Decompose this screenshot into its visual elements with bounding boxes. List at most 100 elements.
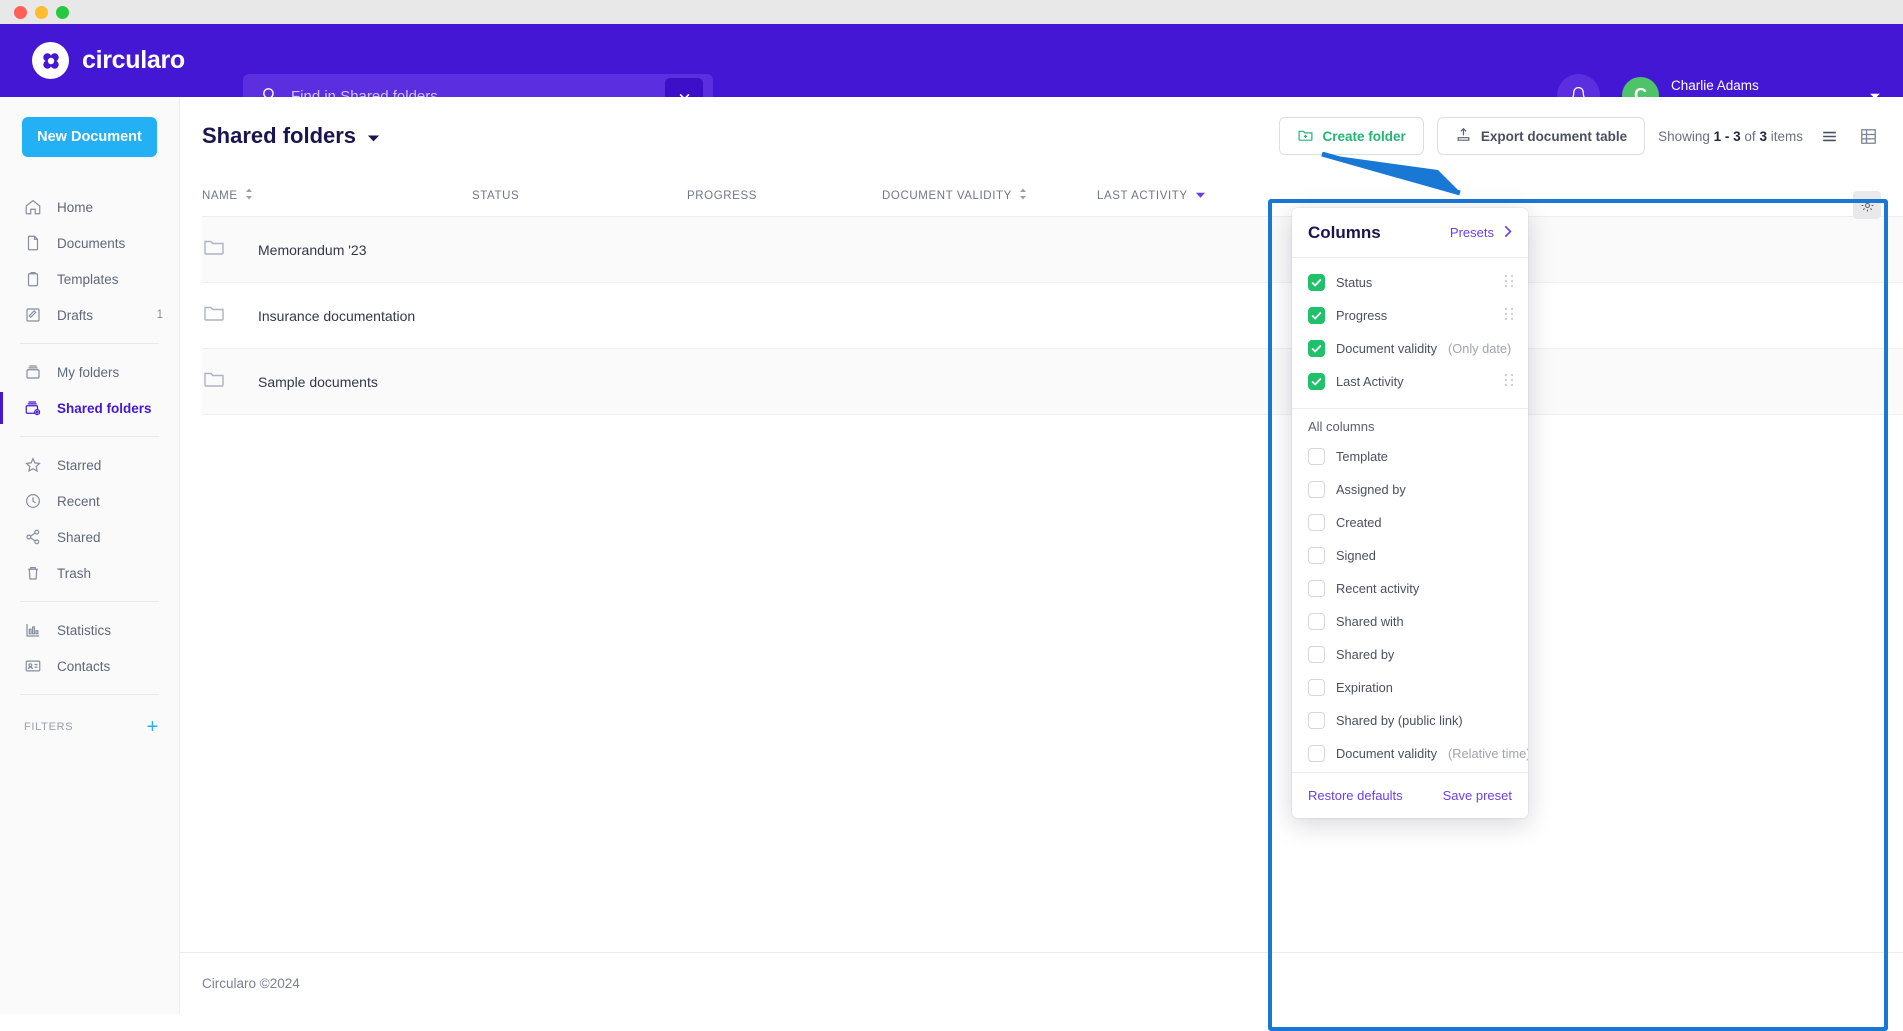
sidebar-item-recent[interactable]: Recent bbox=[0, 483, 179, 519]
checkbox-checked-icon[interactable] bbox=[1308, 307, 1325, 324]
column-header-label: LAST ACTIVITY bbox=[1097, 190, 1188, 202]
sidebar-item-trash[interactable]: Trash bbox=[0, 555, 179, 591]
sidebar-item-label: Documents bbox=[57, 236, 125, 251]
checkbox-unchecked-icon[interactable] bbox=[1308, 448, 1325, 465]
sidebar-item-label: Templates bbox=[57, 272, 119, 287]
drag-handle-icon[interactable] bbox=[1504, 307, 1514, 324]
sidebar-item-shared-folders[interactable]: Shared folders bbox=[0, 390, 179, 426]
column-header-document-validity[interactable]: DOCUMENT VALIDITY bbox=[882, 188, 1097, 203]
column-option-document-validity-relative-time[interactable]: Document validity (Relative time) bbox=[1292, 737, 1528, 770]
columns-panel-footer: Restore defaults Save preset bbox=[1292, 772, 1528, 818]
column-option-status[interactable]: Status bbox=[1292, 266, 1528, 299]
checkbox-unchecked-icon[interactable] bbox=[1308, 514, 1325, 531]
grid-view-icon[interactable] bbox=[1855, 123, 1881, 149]
column-option-template[interactable]: Template bbox=[1292, 440, 1528, 473]
column-header-label: NAME bbox=[202, 190, 238, 202]
sidebar-item-documents[interactable]: Documents bbox=[0, 225, 179, 261]
window-close-button[interactable] bbox=[14, 6, 27, 19]
list-view-icon[interactable] bbox=[1816, 123, 1842, 149]
sidebar-item-contacts[interactable]: Contacts bbox=[0, 648, 179, 684]
window-minimize-button[interactable] bbox=[35, 6, 48, 19]
checkbox-unchecked-icon[interactable] bbox=[1308, 646, 1325, 663]
sort-icon[interactable] bbox=[245, 188, 253, 203]
sidebar: New Document Home Documents bbox=[0, 97, 180, 1014]
column-header-label: PROGRESS bbox=[687, 190, 757, 202]
table-header-row: NAME STATUS PROGRESS DOCUMENT VALIDITY bbox=[202, 175, 1903, 217]
sidebar-item-drafts[interactable]: Drafts 1 bbox=[0, 297, 179, 333]
sidebar-group-tools: Statistics Contacts bbox=[0, 606, 179, 690]
sort-desc-icon[interactable] bbox=[1195, 190, 1206, 202]
create-folder-button[interactable]: Create folder bbox=[1279, 117, 1424, 155]
column-option-shared-by[interactable]: Shared by bbox=[1292, 638, 1528, 671]
gear-icon[interactable] bbox=[1853, 191, 1881, 219]
plus-icon[interactable]: + bbox=[147, 717, 159, 737]
column-option-created[interactable]: Created bbox=[1292, 506, 1528, 539]
caret-down-icon[interactable] bbox=[367, 123, 380, 149]
column-option-signed[interactable]: Signed bbox=[1292, 539, 1528, 572]
circularo-logo-icon bbox=[32, 42, 69, 79]
clock-icon bbox=[24, 492, 42, 510]
sidebar-item-shared[interactable]: Shared bbox=[0, 519, 179, 555]
table-row[interactable]: Memorandum '23 bbox=[202, 217, 1903, 283]
checkbox-checked-icon[interactable] bbox=[1308, 373, 1325, 390]
sidebar-item-statistics[interactable]: Statistics bbox=[0, 612, 179, 648]
column-option-assigned-by[interactable]: Assigned by bbox=[1292, 473, 1528, 506]
sidebar-divider bbox=[20, 601, 159, 602]
new-document-button[interactable]: New Document bbox=[22, 117, 157, 157]
column-option-document-validity-date-and-time[interactable]: Document validity (Date and time) bbox=[1292, 770, 1528, 772]
table-row[interactable]: Insurance documentation bbox=[202, 283, 1903, 349]
column-header-name[interactable]: NAME bbox=[202, 188, 472, 203]
column-option-shared-by-public-link[interactable]: Shared by (public link) bbox=[1292, 704, 1528, 737]
sidebar-divider bbox=[20, 343, 159, 344]
column-option-expiration[interactable]: Expiration bbox=[1292, 671, 1528, 704]
column-header-status[interactable]: STATUS bbox=[472, 190, 687, 202]
drag-handle-icon[interactable] bbox=[1504, 373, 1514, 390]
share-nodes-icon bbox=[24, 528, 42, 546]
sidebar-item-starred[interactable]: Starred bbox=[0, 447, 179, 483]
restore-defaults-button[interactable]: Restore defaults bbox=[1308, 788, 1403, 803]
folder-name: Insurance documentation bbox=[258, 308, 415, 324]
column-header-last-activity[interactable]: LAST ACTIVITY bbox=[1097, 190, 1317, 202]
save-preset-button[interactable]: Save preset bbox=[1443, 788, 1512, 803]
table-row[interactable]: Sample documents bbox=[202, 349, 1903, 415]
toolbar-actions: Create folder Export document table Show… bbox=[1279, 117, 1881, 155]
brand-logo[interactable]: circularo bbox=[32, 42, 228, 79]
sidebar-item-my-folders[interactable]: My folders bbox=[0, 354, 179, 390]
column-option-recent-activity[interactable]: Recent activity bbox=[1292, 572, 1528, 605]
presets-button[interactable]: Presets bbox=[1450, 225, 1512, 241]
sort-icon[interactable] bbox=[1019, 188, 1027, 203]
column-option-shared-with[interactable]: Shared with bbox=[1292, 605, 1528, 638]
column-option-label: Status bbox=[1336, 275, 1372, 290]
brand-name: circularo bbox=[82, 46, 185, 75]
column-option-last-activity[interactable]: Last Activity bbox=[1292, 365, 1528, 398]
export-document-table-button[interactable]: Export document table bbox=[1437, 117, 1645, 155]
checkbox-unchecked-icon[interactable] bbox=[1308, 712, 1325, 729]
checkbox-unchecked-icon[interactable] bbox=[1308, 481, 1325, 498]
sidebar-divider bbox=[20, 436, 159, 437]
checkbox-checked-icon[interactable] bbox=[1308, 340, 1325, 357]
checkbox-unchecked-icon[interactable] bbox=[1308, 580, 1325, 597]
filters-header: FILTERS + bbox=[0, 699, 179, 737]
sidebar-item-home[interactable]: Home bbox=[0, 189, 179, 225]
sidebar-item-label: Drafts bbox=[57, 308, 93, 323]
column-option-label: Recent activity bbox=[1336, 581, 1419, 596]
home-icon bbox=[24, 198, 42, 216]
checkbox-checked-icon[interactable] bbox=[1308, 274, 1325, 291]
page-title[interactable]: Shared folders bbox=[202, 123, 380, 149]
showing-total: 3 bbox=[1759, 129, 1767, 144]
drag-handle-icon[interactable] bbox=[1504, 274, 1514, 291]
sidebar-item-label: Home bbox=[57, 200, 93, 215]
column-option-label: Signed bbox=[1336, 548, 1376, 563]
sidebar-item-label: My folders bbox=[57, 365, 119, 380]
checkbox-unchecked-icon[interactable] bbox=[1308, 679, 1325, 696]
column-option-document-validity-only-date[interactable]: Document validity (Only date) bbox=[1292, 332, 1528, 365]
column-header-progress[interactable]: PROGRESS bbox=[687, 190, 882, 202]
document-icon bbox=[24, 234, 42, 252]
columns-panel-body[interactable]: Status Progress bbox=[1292, 258, 1528, 772]
column-option-progress[interactable]: Progress bbox=[1292, 299, 1528, 332]
checkbox-unchecked-icon[interactable] bbox=[1308, 613, 1325, 630]
checkbox-unchecked-icon[interactable] bbox=[1308, 547, 1325, 564]
sidebar-item-templates[interactable]: Templates bbox=[0, 261, 179, 297]
checkbox-unchecked-icon[interactable] bbox=[1308, 745, 1325, 762]
window-zoom-button[interactable] bbox=[56, 6, 69, 19]
